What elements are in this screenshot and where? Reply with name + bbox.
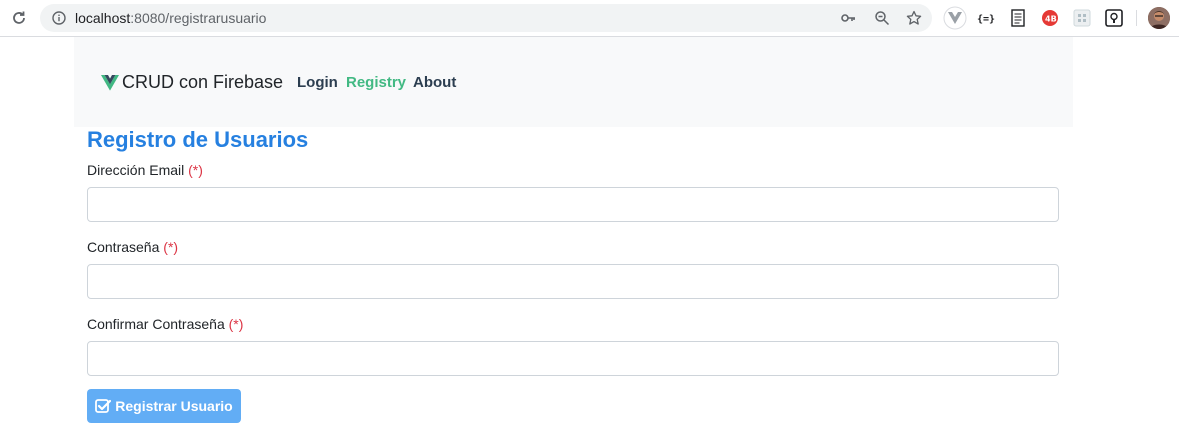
- star-icon[interactable]: [906, 10, 922, 26]
- lightbulb-extension-icon[interactable]: [1104, 8, 1124, 28]
- required-marker: (*): [188, 162, 203, 178]
- check-square-icon: [95, 399, 112, 413]
- key-icon[interactable]: [840, 10, 856, 26]
- required-marker: (*): [228, 316, 244, 332]
- required-marker: (*): [163, 239, 179, 255]
- nav-link-registry[interactable]: Registry: [346, 74, 406, 91]
- address-bar[interactable]: localhost:8080/registrarusuario: [40, 4, 932, 32]
- document-icon[interactable]: [1008, 8, 1028, 28]
- password-label-text: Contraseña: [87, 239, 160, 255]
- svg-text:{=}: {=}: [977, 14, 995, 24]
- browser-toolbar: localhost:8080/registrarusuario {=} 4B: [0, 0, 1179, 37]
- email-label-text: Dirección Email: [87, 162, 185, 178]
- register-user-label: Registrar Usuario: [115, 398, 233, 414]
- json-formatter-icon[interactable]: {=}: [976, 8, 996, 28]
- react-extension-icon[interactable]: 4B: [1040, 8, 1060, 28]
- profile-avatar[interactable]: [1148, 7, 1170, 29]
- svg-text:4B: 4B: [1045, 15, 1057, 24]
- confirm-password-field[interactable]: [87, 341, 1059, 376]
- register-user-button[interactable]: Registrar Usuario: [87, 389, 241, 423]
- brand-name: CRUD con Firebase: [122, 72, 284, 92]
- password-field[interactable]: [87, 264, 1059, 299]
- navbar: CRUD con Firebase Login Registry About: [74, 37, 1073, 127]
- nav-link-about[interactable]: About: [413, 74, 456, 91]
- navbar-brand[interactable]: CRUD con Firebase: [101, 72, 283, 93]
- password-label: Contraseña (*): [87, 239, 178, 255]
- zoom-icon[interactable]: [874, 10, 890, 26]
- confirm-password-label-text: Confirmar Contraseña: [87, 316, 225, 332]
- vue-logo-icon: [101, 74, 119, 91]
- email-label: Dirección Email (*): [87, 162, 203, 178]
- page-title: Registro de Usuarios: [87, 127, 309, 152]
- nav-link-login[interactable]: Login: [297, 74, 338, 91]
- grid-extension-icon[interactable]: [1072, 8, 1092, 28]
- url-host: localhost: [75, 10, 131, 26]
- url-text[interactable]: localhost:8080/registrarusuario: [75, 10, 266, 26]
- toolbar-separator: [1136, 10, 1137, 26]
- url-path: :8080/registrarusuario: [130, 10, 267, 26]
- confirm-password-label: Confirmar Contraseña (*): [87, 316, 243, 332]
- reload-icon[interactable]: [9, 8, 29, 28]
- info-icon[interactable]: [52, 11, 66, 25]
- email-field[interactable]: [87, 187, 1059, 222]
- vue-devtools-icon[interactable]: [943, 6, 967, 30]
